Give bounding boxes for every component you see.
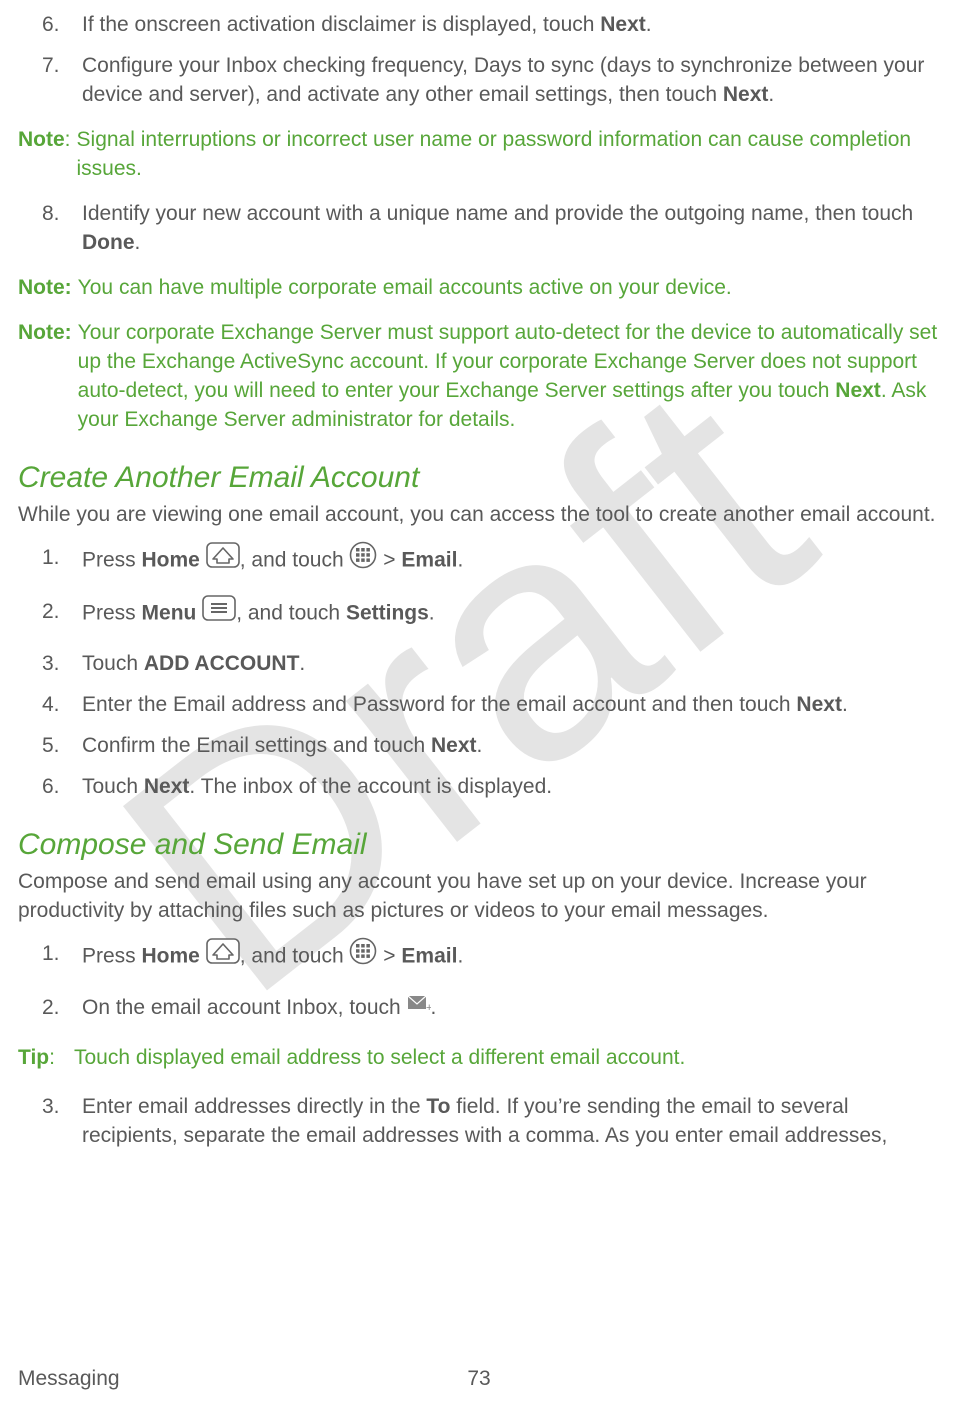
step-text: Enter email addresses directly in the To…	[82, 1092, 940, 1150]
list-item: 2. On the email account Inbox, touch + .	[18, 993, 940, 1023]
footer-section-name: Messaging	[18, 1364, 120, 1393]
list-item: 1. Press Home , and touch	[18, 939, 940, 975]
step-text: Enter the Email address and Password for…	[82, 690, 940, 719]
step-text: Configure your Inbox checking frequency,…	[82, 51, 940, 109]
step-number: 5.	[42, 731, 74, 760]
note-label: Note:	[18, 318, 72, 434]
svg-text:+: +	[426, 1002, 431, 1013]
step-number: 4.	[42, 690, 74, 719]
page-footer: Messaging 73	[18, 1364, 940, 1393]
menu-icon	[202, 595, 236, 629]
footer-page-number: 73	[467, 1364, 490, 1393]
step-number: 6.	[42, 772, 74, 801]
home-icon	[206, 938, 240, 972]
section-intro: While you are viewing one email account,…	[18, 500, 940, 529]
list-item: 6. If the onscreen activation disclaimer…	[18, 10, 940, 39]
step-number: 3.	[42, 649, 74, 678]
note-text: Signal interruptions or incorrect user n…	[77, 125, 940, 183]
home-icon	[206, 542, 240, 576]
step-number: 1.	[42, 939, 74, 975]
step-number: 1.	[42, 543, 74, 579]
compose-icon: +	[407, 992, 431, 1021]
list-item: 6. Touch Next. The inbox of the account …	[18, 772, 940, 801]
step-text: If the onscreen activation disclaimer is…	[82, 10, 940, 39]
step-text: Identify your new account with a unique …	[82, 199, 940, 257]
tip-text: Touch displayed email address to select …	[74, 1043, 940, 1072]
note: Note: You can have multiple corporate em…	[18, 273, 940, 302]
step-number: 3.	[42, 1092, 74, 1150]
list-item: 2. Press Menu , and touch Settings.	[18, 597, 940, 631]
tip-label: Tip:	[18, 1043, 68, 1072]
list-item: 3. Enter email addresses directly in the…	[18, 1092, 940, 1150]
heading-compose-and-send-email: Compose and Send Email	[18, 827, 940, 863]
list-item: 1. Press Home , and touch	[18, 543, 940, 579]
list-item: 3. Touch ADD ACCOUNT.	[18, 649, 940, 678]
note-label: Note:	[18, 273, 72, 302]
step-text: Touch Next. The inbox of the account is …	[82, 772, 940, 801]
step-text: Press Menu , and touch Settings.	[82, 597, 940, 631]
list-item: 4. Enter the Email address and Password …	[18, 690, 940, 719]
note: Note: Signal interruptions or incorrect …	[18, 125, 940, 183]
section-intro: Compose and send email using any account…	[18, 867, 940, 925]
list-item: 7. Configure your Inbox checking frequen…	[18, 51, 940, 109]
apps-icon	[349, 937, 377, 973]
note-text: You can have multiple corporate email ac…	[78, 273, 940, 302]
step-text: On the email account Inbox, touch + .	[82, 993, 940, 1023]
step-text: Touch ADD ACCOUNT.	[82, 649, 940, 678]
step-number: 8.	[42, 199, 74, 257]
step-text: Press Home , and touch > Email.	[82, 543, 940, 579]
step-text: Confirm the Email settings and touch Nex…	[82, 731, 940, 760]
tip: Tip: Touch displayed email address to se…	[18, 1043, 940, 1072]
step-number: 7.	[42, 51, 74, 109]
step-number: 2.	[42, 597, 74, 631]
step-number: 6.	[42, 10, 74, 39]
list-item: 8. Identify your new account with a uniq…	[18, 199, 940, 257]
main-content: 6. If the onscreen activation disclaimer…	[18, 10, 940, 1150]
heading-create-another-email-account: Create Another Email Account	[18, 460, 940, 496]
apps-icon	[349, 541, 377, 577]
note: Note: Your corporate Exchange Server mus…	[18, 318, 940, 434]
step-number: 2.	[42, 993, 74, 1023]
note-label: Note:	[18, 125, 71, 183]
list-item: 5. Confirm the Email settings and touch …	[18, 731, 940, 760]
step-text: Press Home , and touch > Email.	[82, 939, 940, 975]
note-text: Your corporate Exchange Server must supp…	[78, 318, 940, 434]
